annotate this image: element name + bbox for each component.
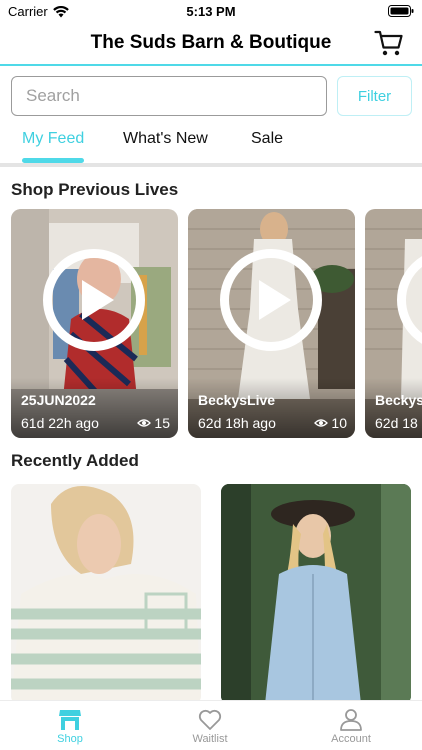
live-age: 62d 18 — [375, 415, 418, 431]
live-age: 62d 18h ago — [198, 415, 276, 431]
bottom-nav: Shop Waitlist Account — [0, 700, 422, 750]
nav-label: Shop — [57, 733, 83, 745]
app-header: The Suds Barn & Boutique — [0, 24, 422, 66]
play-button[interactable] — [220, 249, 322, 351]
live-card[interactable]: BeckysLi 62d 18 — [365, 209, 422, 438]
live-age: 61d 22h ago — [21, 415, 99, 431]
tab-my-feed[interactable]: My Feed — [22, 130, 84, 148]
live-card[interactable]: 25JUN2022 61d 22h ago 15 — [11, 209, 178, 438]
tab-sale[interactable]: Sale — [251, 130, 283, 148]
status-bar: Carrier 5:13 PM — [0, 0, 422, 24]
live-views: 10 — [314, 415, 347, 431]
tab-whats-new[interactable]: What's New — [123, 130, 208, 148]
product-card[interactable] — [11, 484, 201, 704]
filter-button[interactable]: Filter — [337, 76, 412, 116]
battery-icon — [388, 5, 414, 17]
live-name: 25JUN2022 — [21, 392, 96, 408]
cart-button[interactable] — [374, 28, 404, 58]
feed-tabs: My Feed What's New Sale — [0, 128, 422, 164]
live-name: BeckysLi — [375, 392, 422, 408]
section-title-previous-lives: Shop Previous Lives — [11, 180, 179, 199]
nav-label: Account — [331, 733, 371, 745]
views-count: 10 — [331, 415, 347, 431]
play-icon — [82, 280, 114, 320]
nav-shop[interactable]: Shop — [30, 709, 110, 745]
divider — [0, 163, 422, 167]
filter-label: Filter — [357, 87, 392, 105]
status-right — [388, 5, 414, 20]
cart-icon — [374, 30, 403, 56]
person-icon — [340, 709, 362, 731]
product-image — [11, 484, 201, 704]
product-image — [221, 484, 411, 704]
nav-label: Waitlist — [192, 733, 228, 745]
live-card[interactable]: BeckysLive 62d 18h ago 10 — [188, 209, 355, 438]
product-card[interactable] — [221, 484, 411, 704]
live-views: 15 — [137, 415, 170, 431]
search-placeholder: Search — [26, 86, 80, 105]
views-count: 15 — [154, 415, 170, 431]
nav-waitlist[interactable]: Waitlist — [170, 709, 250, 745]
heart-icon — [198, 709, 222, 730]
play-icon — [259, 280, 291, 320]
eye-icon — [137, 419, 152, 427]
eye-icon — [314, 419, 329, 427]
nav-account[interactable]: Account — [311, 709, 391, 745]
status-time: 5:13 PM — [186, 4, 236, 19]
shop-icon — [59, 710, 81, 730]
live-name: BeckysLive — [198, 392, 276, 408]
page-title: The Suds Barn & Boutique — [90, 32, 332, 53]
search-input[interactable]: Search — [11, 76, 327, 116]
section-title-recently-added: Recently Added — [11, 451, 139, 470]
play-button[interactable] — [43, 249, 145, 351]
